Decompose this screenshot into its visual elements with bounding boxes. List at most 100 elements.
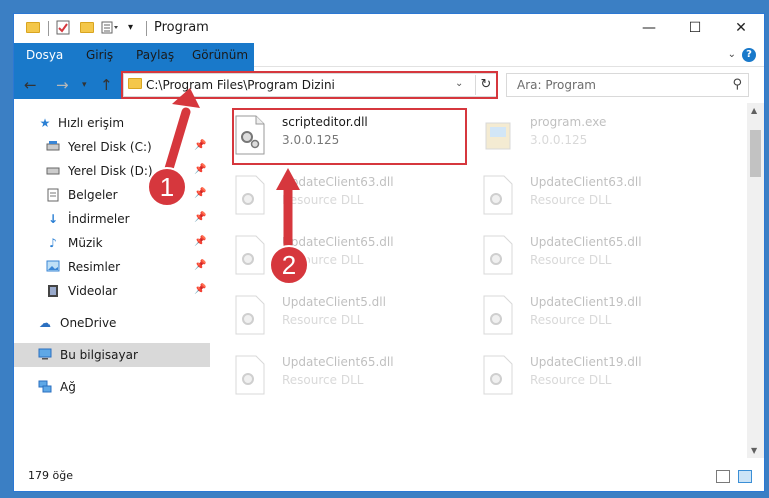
sidebar-item-local-disk-d[interactable]: Yerel Disk (D:) 📌 <box>14 159 210 183</box>
sidebar-item-label: Yerel Disk (D:) <box>68 164 153 178</box>
file-item-dll[interactable]: UpdateClient5.dll Resource DLL <box>210 289 450 345</box>
search-placeholder: Ara: Program <box>517 78 596 92</box>
file-name: UpdateClient5.dll <box>282 295 386 309</box>
scroll-down-icon[interactable]: ▼ <box>751 446 757 455</box>
large-icons-view-icon[interactable] <box>738 470 752 483</box>
minimize-button[interactable]: — <box>626 14 672 43</box>
new-folder-icon[interactable] <box>80 20 94 37</box>
file-name: UpdateClient63.dll <box>282 175 394 189</box>
pin-icon: 📌 <box>194 164 207 175</box>
file-item-dll[interactable]: UpdateClient19.dll Resource DLL <box>458 289 698 345</box>
up-arrow-icon[interactable]: ↑ <box>100 76 113 94</box>
file-description: Resource DLL <box>282 193 364 207</box>
help-icon[interactable]: ? <box>742 48 756 62</box>
file-item-dll[interactable]: UpdateClient63.dll Resource DLL <box>210 169 450 225</box>
address-highlight-box <box>121 71 498 99</box>
file-name: program.exe <box>530 115 607 129</box>
cloud-icon: ☁ <box>39 316 51 330</box>
sidebar-item-this-pc[interactable]: Bu bilgisayar <box>14 343 210 367</box>
file-item-dll[interactable]: UpdateClient19.dll Resource DLL <box>458 349 698 405</box>
tab-view[interactable]: Görünüm <box>180 43 260 67</box>
dll-file-icon <box>483 235 513 275</box>
tab-share[interactable]: Paylaş <box>124 43 186 67</box>
details-view-icon[interactable] <box>716 470 730 483</box>
dll-file-icon <box>235 295 265 335</box>
file-description: Resource DLL <box>282 313 364 327</box>
navigation-bar: ← → ▾ ↑ C:\Program Files\Program Dizini … <box>14 67 764 103</box>
pin-icon: 📌 <box>194 260 207 271</box>
file-item-dll[interactable]: UpdateClient65.dll Resource DLL <box>210 229 450 285</box>
sidebar-item-label: Hızlı erişim <box>58 116 125 130</box>
sidebar-item-label: Videolar <box>68 284 118 298</box>
search-input[interactable]: Ara: Program ⚲ <box>506 73 749 97</box>
scrollbar-thumb[interactable] <box>750 130 761 177</box>
dll-file-icon <box>235 235 265 275</box>
pin-icon: 📌 <box>194 140 207 151</box>
tab-home[interactable]: Giriş <box>74 43 125 67</box>
close-button[interactable]: ✕ <box>718 14 764 43</box>
sidebar-item-onedrive[interactable]: ☁ OneDrive <box>14 311 210 335</box>
network-icon <box>38 380 52 394</box>
file-item-dll[interactable]: UpdateClient65.dll Resource DLL <box>458 229 698 285</box>
maximize-button[interactable]: ☐ <box>672 14 718 43</box>
vertical-scrollbar[interactable]: ▲ ▼ <box>747 103 764 458</box>
file-name: UpdateClient19.dll <box>530 355 642 369</box>
dll-file-icon <box>235 355 265 395</box>
pin-icon: 📌 <box>194 284 207 295</box>
sidebar-item-videos[interactable]: Videolar 📌 <box>14 279 210 303</box>
title-bar: ▾ Program — ☐ ✕ <box>14 14 764 43</box>
search-icon[interactable]: ⚲ <box>732 77 742 92</box>
sidebar-item-label: İndirmeler <box>68 212 130 226</box>
ribbon-tabs: Dosya Giriş Paylaş Görünüm ⌄ ? <box>14 43 764 99</box>
window-title: Program <box>154 20 209 35</box>
sidebar-item-local-disk-c[interactable]: Yerel Disk (C:) 📌 <box>14 135 210 159</box>
dll-file-icon <box>235 175 265 215</box>
divider <box>48 21 49 36</box>
scroll-up-icon[interactable]: ▲ <box>751 106 757 115</box>
file-list: scripteditor.dll 3.0.0.125 program.exe 3… <box>210 103 748 458</box>
dll-file-icon <box>483 295 513 335</box>
drive-icon <box>46 140 60 154</box>
recent-locations-chevron-icon[interactable]: ▾ <box>82 80 87 90</box>
file-description: Resource DLL <box>530 193 612 207</box>
documents-icon <box>46 188 60 202</box>
status-bar: 179 öğe <box>14 461 764 491</box>
file-item-dll[interactable]: UpdateClient63.dll Resource DLL <box>458 169 698 225</box>
drive-icon <box>46 164 60 178</box>
forward-arrow-icon[interactable]: → <box>56 76 69 94</box>
properties-icon[interactable] <box>56 20 70 37</box>
file-name: UpdateClient65.dll <box>282 355 394 369</box>
sidebar-item-downloads[interactable]: ↓ İndirmeler 📌 <box>14 207 210 231</box>
star-icon: ★ <box>39 116 51 130</box>
sidebar-item-quick-access[interactable]: ★ Hızlı erişim <box>14 111 210 135</box>
sidebar-item-music[interactable]: ♪ Müzik 📌 <box>14 231 210 255</box>
explorer-window: ▾ Program — ☐ ✕ Dosya Giriş Paylaş Görün… <box>13 13 765 492</box>
sidebar-item-label: Müzik <box>68 236 103 250</box>
sidebar-item-documents[interactable]: Belgeler 📌 <box>14 183 210 207</box>
exe-file-icon <box>485 122 511 150</box>
sidebar-item-label: Belgeler <box>68 188 118 202</box>
expand-ribbon-chevron-icon[interactable]: ⌄ <box>728 49 736 60</box>
sidebar-item-pictures[interactable]: Resimler 📌 <box>14 255 210 279</box>
music-icon: ♪ <box>49 236 57 250</box>
file-name: UpdateClient65.dll <box>530 235 642 249</box>
file-name: UpdateClient63.dll <box>530 175 642 189</box>
file-item-dll[interactable]: UpdateClient65.dll Resource DLL <box>210 349 450 405</box>
sidebar-item-network[interactable]: Ağ <box>14 375 210 399</box>
pin-icon: 📌 <box>194 212 207 223</box>
file-item-program-exe[interactable]: program.exe 3.0.0.125 <box>458 109 698 165</box>
customize-toolbar-chevron-icon[interactable]: ▾ <box>128 22 133 39</box>
file-name: UpdateClient19.dll <box>530 295 642 309</box>
divider <box>146 21 147 36</box>
quick-access-toolbar-icon[interactable] <box>101 20 119 37</box>
sidebar-item-label: Yerel Disk (C:) <box>68 140 152 154</box>
dll-file-icon <box>483 355 513 395</box>
pin-icon: 📌 <box>194 188 207 199</box>
sidebar-item-label: Ağ <box>60 380 76 394</box>
file-version: 3.0.0.125 <box>530 133 588 147</box>
file-name: UpdateClient65.dll <box>282 235 394 249</box>
back-arrow-icon[interactable]: ← <box>24 76 37 94</box>
file-highlight-box <box>232 108 467 165</box>
folder-icon <box>26 20 40 37</box>
file-description: Resource DLL <box>530 313 612 327</box>
